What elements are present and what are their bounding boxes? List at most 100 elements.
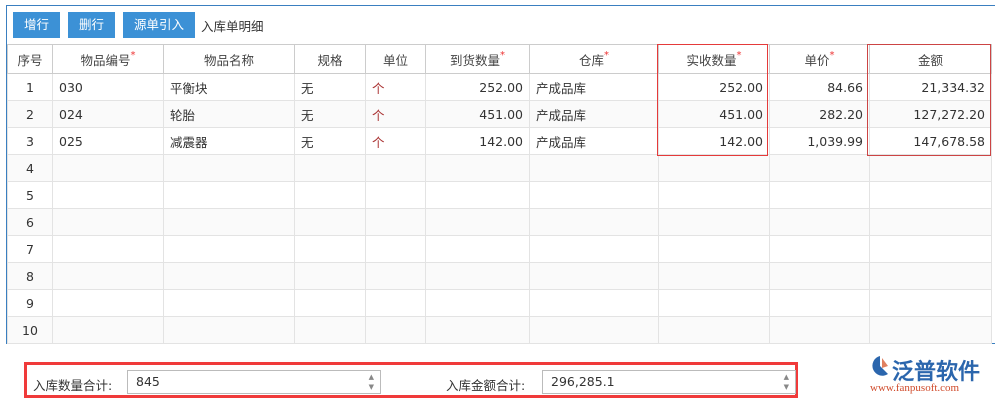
table-cell[interactable]: 减震器 [163, 127, 295, 155]
table-cell[interactable]: 产成品库 [529, 100, 659, 128]
table-cell[interactable] [52, 208, 164, 236]
table-cell[interactable] [163, 289, 295, 317]
table-cell[interactable] [869, 181, 992, 209]
table-row[interactable]: 10 [7, 316, 992, 344]
table-cell[interactable] [365, 154, 426, 182]
table-cell[interactable] [425, 181, 530, 209]
table-row[interactable]: 7 [7, 235, 992, 263]
table-row[interactable]: 2 024 轮胎无个 451.00 产成品库 451.00 282.20 127,272.20 [7, 100, 992, 128]
table-row[interactable]: 5 [7, 181, 992, 209]
table-cell[interactable] [163, 154, 295, 182]
table-cell[interactable] [294, 208, 366, 236]
table-cell[interactable]: 1,039.99 [769, 127, 870, 155]
table-cell[interactable]: 产成品库 [529, 73, 659, 101]
table-cell[interactable] [658, 262, 770, 290]
table-cell[interactable]: 6 [7, 208, 53, 236]
table-cell[interactable] [425, 235, 530, 263]
qty-total-input[interactable]: 845 ▲ ▼ [127, 370, 381, 394]
table-cell[interactable] [529, 181, 659, 209]
table-cell[interactable] [365, 316, 426, 344]
table-row[interactable]: 1 030 平衡块无个 252.00 产成品库 252.00 84.66 21,334.32 [7, 73, 992, 101]
table-cell[interactable] [52, 181, 164, 209]
table-cell[interactable] [52, 154, 164, 182]
table-cell[interactable] [529, 316, 659, 344]
table-cell[interactable]: 142.00 [658, 127, 770, 155]
amount-total-input[interactable]: 296,285.1 ▲ ▼ [542, 370, 796, 394]
table-cell[interactable]: 无 [294, 73, 366, 101]
table-cell[interactable] [365, 208, 426, 236]
table-cell[interactable] [869, 262, 992, 290]
table-cell[interactable]: 147,678.58 [869, 127, 992, 155]
table-cell[interactable] [529, 208, 659, 236]
table-cell[interactable] [529, 154, 659, 182]
table-cell[interactable] [365, 289, 426, 317]
table-cell[interactable]: 024 [52, 100, 164, 128]
table-row[interactable]: 6 [7, 208, 992, 236]
table-cell[interactable]: 025 [52, 127, 164, 155]
table-cell[interactable] [869, 235, 992, 263]
table-row[interactable]: 4 [7, 154, 992, 182]
table-cell[interactable] [769, 154, 870, 182]
table-cell[interactable]: 10 [7, 316, 53, 344]
table-cell[interactable] [163, 262, 295, 290]
table-cell[interactable] [425, 154, 530, 182]
table-cell[interactable] [163, 181, 295, 209]
column-header[interactable]: 到货数量* [425, 44, 530, 74]
table-cell[interactable]: 个 [365, 127, 426, 155]
table-cell[interactable]: 127,272.20 [869, 100, 992, 128]
table-cell[interactable] [869, 289, 992, 317]
table-cell[interactable] [769, 262, 870, 290]
table-cell[interactable]: 个 [365, 73, 426, 101]
table-cell[interactable]: 21,334.32 [869, 73, 992, 101]
column-header[interactable]: 实收数量* [658, 44, 770, 74]
table-cell[interactable]: 282.20 [769, 100, 870, 128]
table-cell[interactable] [869, 316, 992, 344]
table-cell[interactable]: 252.00 [658, 73, 770, 101]
table-cell[interactable]: 无 [294, 127, 366, 155]
table-cell[interactable] [425, 262, 530, 290]
table-cell[interactable]: 252.00 [425, 73, 530, 101]
column-header[interactable]: 物品编号* [52, 44, 164, 74]
column-header[interactable]: 仓库* [529, 44, 659, 74]
table-cell[interactable] [658, 208, 770, 236]
table-row[interactable]: 8 [7, 262, 992, 290]
table-cell[interactable]: 4 [7, 154, 53, 182]
table-cell[interactable] [365, 181, 426, 209]
table-cell[interactable] [294, 154, 366, 182]
table-row[interactable]: 3 025 减震器无个 142.00 产成品库 142.00 1,039.99 147,678… [7, 127, 992, 155]
table-cell[interactable] [769, 289, 870, 317]
column-header[interactable]: 序号 [7, 44, 53, 74]
table-cell[interactable]: 2 [7, 100, 53, 128]
table-cell[interactable]: 无 [294, 100, 366, 128]
table-cell[interactable]: 7 [7, 235, 53, 263]
table-cell[interactable] [52, 235, 164, 263]
table-cell[interactable] [869, 154, 992, 182]
column-header[interactable]: 规格 [294, 44, 366, 74]
table-cell[interactable] [163, 208, 295, 236]
table-cell[interactable] [294, 316, 366, 344]
table-cell[interactable] [163, 235, 295, 263]
table-cell[interactable] [529, 235, 659, 263]
table-cell[interactable] [658, 235, 770, 263]
table-cell[interactable]: 9 [7, 289, 53, 317]
table-cell[interactable] [769, 316, 870, 344]
table-cell[interactable] [769, 235, 870, 263]
table-cell[interactable]: 3 [7, 127, 53, 155]
table-cell[interactable] [529, 289, 659, 317]
table-cell[interactable] [425, 208, 530, 236]
table-cell[interactable] [52, 316, 164, 344]
import-source-button[interactable]: 源单引入 [123, 12, 196, 38]
table-cell[interactable] [163, 316, 295, 344]
table-cell[interactable]: 451.00 [658, 100, 770, 128]
table-cell[interactable] [52, 262, 164, 290]
table-cell[interactable]: 个 [365, 100, 426, 128]
table-cell[interactable] [658, 316, 770, 344]
table-cell[interactable]: 030 [52, 73, 164, 101]
column-header[interactable]: 物品名称 [163, 44, 295, 74]
table-cell[interactable] [658, 289, 770, 317]
table-cell[interactable] [425, 289, 530, 317]
table-row[interactable]: 9 [7, 289, 992, 317]
delete-row-button[interactable]: 删行 [68, 12, 116, 38]
add-row-button[interactable]: 增行 [13, 12, 61, 38]
table-cell[interactable] [52, 289, 164, 317]
